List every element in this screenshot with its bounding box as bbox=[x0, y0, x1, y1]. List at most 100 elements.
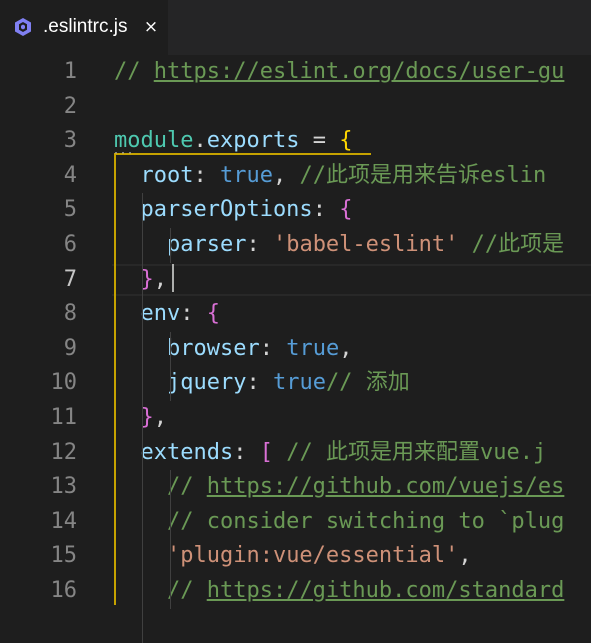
line-number: 14 bbox=[50, 508, 78, 534]
code-token: parserOptions bbox=[114, 197, 313, 223]
line-number: 5 bbox=[63, 197, 77, 223]
code-text: }, bbox=[114, 401, 168, 436]
code-token: { bbox=[339, 128, 353, 154]
code-line[interactable]: 12 extends: [ // 此项是用来配置vue.j bbox=[0, 436, 591, 471]
code-token: https://github.com/vuejs/es bbox=[206, 474, 565, 500]
code-token: true bbox=[272, 370, 326, 396]
code-token: // bbox=[114, 578, 207, 603]
code-line[interactable]: 7 }, bbox=[0, 263, 591, 298]
line-number: 12 bbox=[50, 439, 78, 465]
code-token: : bbox=[246, 370, 273, 396]
line-number: 16 bbox=[50, 578, 78, 603]
line-number: 15 bbox=[50, 543, 78, 569]
code-line[interactable]: 9 browser: true, bbox=[0, 332, 591, 367]
close-icon[interactable]: × bbox=[141, 16, 161, 38]
code-line[interactable]: 13 // https://github.com/vuejs/es bbox=[0, 470, 591, 505]
code-token: // bbox=[114, 59, 154, 84]
code-token: root bbox=[114, 162, 194, 188]
code-token: : bbox=[193, 162, 220, 188]
code-line[interactable]: 2 bbox=[0, 90, 591, 125]
tab-label: .eslintrc.js bbox=[43, 16, 128, 37]
code-token: : bbox=[259, 335, 287, 361]
code-token: : bbox=[246, 232, 273, 257]
code-text: 'plugin:vue/essential', bbox=[114, 539, 472, 574]
code-token: = bbox=[299, 128, 340, 154]
editor-tab-bar: .eslintrc.js × bbox=[0, 0, 591, 55]
code-editor[interactable]: 1// https://eslint.org/docs/user-gu 2 3 mod… bbox=[0, 55, 591, 643]
code-token: env bbox=[114, 301, 181, 327]
code-line[interactable]: 6 parser: 'babel-eslint' //此项是 bbox=[0, 228, 591, 263]
line-number: 7 bbox=[63, 266, 77, 292]
code-line[interactable]: 1 // https://eslint.org/docs/user-gu bbox=[0, 55, 591, 90]
code-token: //此项是用来告诉eslin bbox=[299, 162, 547, 188]
line-number: 2 bbox=[63, 93, 77, 119]
code-text: }, bbox=[114, 263, 168, 298]
code-text: // https://eslint.org/docs/user-gu bbox=[114, 55, 564, 90]
code-token: { bbox=[339, 197, 353, 223]
code-line[interactable]: 10 jquery: true// 添加 bbox=[0, 366, 591, 401]
code-token: 'plugin:vue/essential' bbox=[166, 543, 459, 569]
indent-guide bbox=[142, 193, 143, 643]
code-line[interactable]: 8 env: { bbox=[0, 297, 591, 332]
code-text: // https://github.com/standard bbox=[114, 574, 564, 609]
code-token: jquery bbox=[114, 370, 247, 396]
line-number: 10 bbox=[50, 370, 78, 396]
line-number: 13 bbox=[50, 474, 78, 500]
bracket-match-highlight-left bbox=[114, 153, 116, 605]
bracket-match-highlight-top bbox=[114, 153, 371, 155]
code-text: // https://github.com/vuejs/es bbox=[114, 470, 564, 505]
code-text: env: { bbox=[114, 297, 220, 332]
code-token: // 添加 bbox=[325, 370, 410, 396]
code-token: 'babel-eslint' bbox=[272, 232, 459, 257]
code-text: parserOptions: { bbox=[114, 193, 352, 228]
code-token: , bbox=[272, 162, 300, 188]
line-number: 8 bbox=[63, 301, 77, 327]
code-line[interactable]: 15 'plugin:vue/essential', bbox=[0, 539, 591, 574]
code-token: // 此项是用来配置vue.j bbox=[272, 439, 547, 465]
code-token: : bbox=[312, 197, 340, 223]
code-token: [ bbox=[259, 439, 273, 465]
code-line[interactable]: 5 parserOptions: { bbox=[0, 193, 591, 228]
fold-ellipsis-marker: ··· bbox=[113, 148, 135, 159]
code-text: parser: 'babel-eslint' //此项是 bbox=[114, 228, 564, 263]
code-line[interactable]: 16 // https://github.com/standard bbox=[0, 574, 591, 609]
code-token: : bbox=[233, 439, 260, 465]
code-token: extends bbox=[114, 439, 234, 465]
code-token: //此项是 bbox=[471, 232, 565, 257]
code-token: true bbox=[286, 335, 340, 361]
indent-guide bbox=[170, 331, 171, 401]
code-token: parser bbox=[114, 232, 247, 257]
line-number: 11 bbox=[50, 405, 78, 430]
line-number: 4 bbox=[63, 162, 77, 188]
code-line[interactable]: 14 // consider switching to `plug bbox=[0, 505, 591, 540]
code-token: https://github.com/standard bbox=[206, 578, 565, 603]
code-token: browser bbox=[114, 335, 260, 361]
code-token: , bbox=[153, 266, 167, 292]
indent-guide bbox=[170, 470, 171, 609]
indent-guide bbox=[170, 228, 171, 263]
code-token: : bbox=[180, 301, 207, 327]
code-token: , bbox=[153, 405, 167, 430]
code-token: , bbox=[458, 543, 472, 569]
code-token: . bbox=[193, 128, 207, 154]
tab-eslintrc[interactable]: .eslintrc.js × bbox=[0, 0, 168, 55]
code-text: root: true, //此项是用来告诉eslin bbox=[114, 159, 546, 194]
code-line[interactable]: 4 root: true, //此项是用来告诉eslin bbox=[0, 159, 591, 194]
line-number: 6 bbox=[63, 232, 77, 257]
eslint-icon bbox=[15, 18, 31, 36]
code-text: jquery: true// 添加 bbox=[114, 366, 410, 401]
text-cursor bbox=[172, 264, 174, 292]
line-number: 1 bbox=[63, 59, 77, 84]
code-token: { bbox=[206, 301, 220, 327]
code-text: extends: [ // 此项是用来配置vue.j bbox=[114, 436, 546, 471]
code-text: browser: true, bbox=[114, 332, 352, 367]
code-token: , bbox=[339, 335, 353, 361]
code-line[interactable]: 11 }, bbox=[0, 401, 591, 436]
code-token: // consider switching to `plug bbox=[114, 508, 565, 534]
code-token: https://eslint.org/docs/user-gu bbox=[153, 59, 565, 84]
code-text: // consider switching to `plug bbox=[114, 505, 564, 540]
code-token: // bbox=[114, 474, 207, 500]
